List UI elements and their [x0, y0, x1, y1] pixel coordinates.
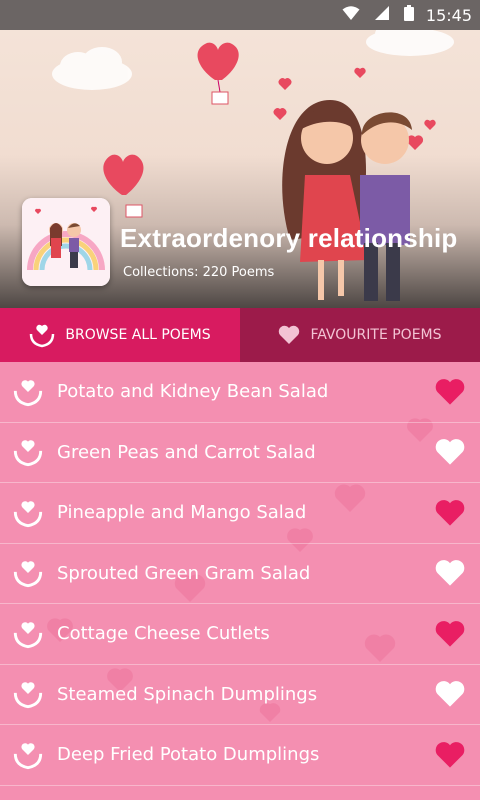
- hand-heart-icon: [0, 558, 56, 588]
- page-title: Extraordenory relationship: [120, 223, 458, 253]
- poem-title: Deep Fried Potato Dumplings: [57, 744, 320, 766]
- hand-heart-icon: [0, 377, 56, 407]
- hand-heart-icon: [0, 437, 56, 467]
- poem-title: Steamed Spinach Dumplings: [57, 683, 318, 705]
- poem-title: Sprouted Green Gram Salad: [57, 562, 311, 584]
- favourite-heart-icon[interactable]: [420, 499, 480, 527]
- favourite-heart-icon[interactable]: [420, 438, 480, 466]
- tab-favourite[interactable]: FAVOURITE POEMS: [240, 308, 480, 362]
- poem-title: Potato and Kidney Bean Salad: [57, 381, 329, 403]
- heart-icon: [278, 325, 300, 345]
- wifi-icon: [342, 5, 360, 25]
- list-item[interactable]: Sprouted Green Gram Salad: [0, 544, 480, 604]
- list-item[interactable]: Cottage Cheese Cutlets: [0, 604, 480, 665]
- tab-browse-label: BROWSE ALL POEMS: [65, 327, 211, 343]
- hand-heart-icon: [0, 679, 56, 709]
- tab-browse-all[interactable]: BROWSE ALL POEMS: [0, 308, 240, 362]
- app-logo: [22, 198, 110, 286]
- collection-count: Collections: 220 Poems: [123, 265, 275, 280]
- hand-heart-icon: [29, 322, 55, 348]
- favourite-heart-icon[interactable]: [420, 559, 480, 587]
- tab-favourite-label: FAVOURITE POEMS: [310, 327, 442, 343]
- poem-title: Cottage Cheese Cutlets: [57, 623, 270, 645]
- favourite-heart-icon[interactable]: [420, 620, 480, 648]
- poem-title: Pineapple and Mango Salad: [57, 502, 307, 524]
- status-bar: 15:45: [0, 0, 480, 30]
- battery-icon: [403, 5, 414, 25]
- favourite-heart-icon[interactable]: [420, 680, 480, 708]
- tab-bar: BROWSE ALL POEMS FAVOURITE POEMS: [0, 308, 480, 362]
- poem-list[interactable]: Potato and Kidney Bean Salad Green Peas …: [0, 362, 480, 800]
- status-time: 15:45: [425, 5, 472, 25]
- hand-heart-icon: [0, 740, 56, 770]
- hand-heart-icon: [0, 498, 56, 528]
- header-banner: Extraordenory relationship Collections: …: [0, 30, 480, 308]
- hand-heart-icon: [0, 619, 56, 649]
- list-item[interactable]: Steamed Spinach Dumplings: [0, 665, 480, 725]
- poem-title: Green Peas and Carrot Salad: [57, 441, 316, 463]
- favourite-heart-icon[interactable]: [420, 741, 480, 769]
- favourite-heart-icon[interactable]: [420, 378, 480, 406]
- list-item[interactable]: Potato and Kidney Bean Salad: [0, 362, 480, 423]
- list-item[interactable]: Deep Fried Potato Dumplings: [0, 725, 480, 786]
- cell-signal-icon: [374, 5, 390, 25]
- list-item[interactable]: Green Peas and Carrot Salad: [0, 423, 480, 483]
- list-item[interactable]: Pineapple and Mango Salad: [0, 483, 480, 544]
